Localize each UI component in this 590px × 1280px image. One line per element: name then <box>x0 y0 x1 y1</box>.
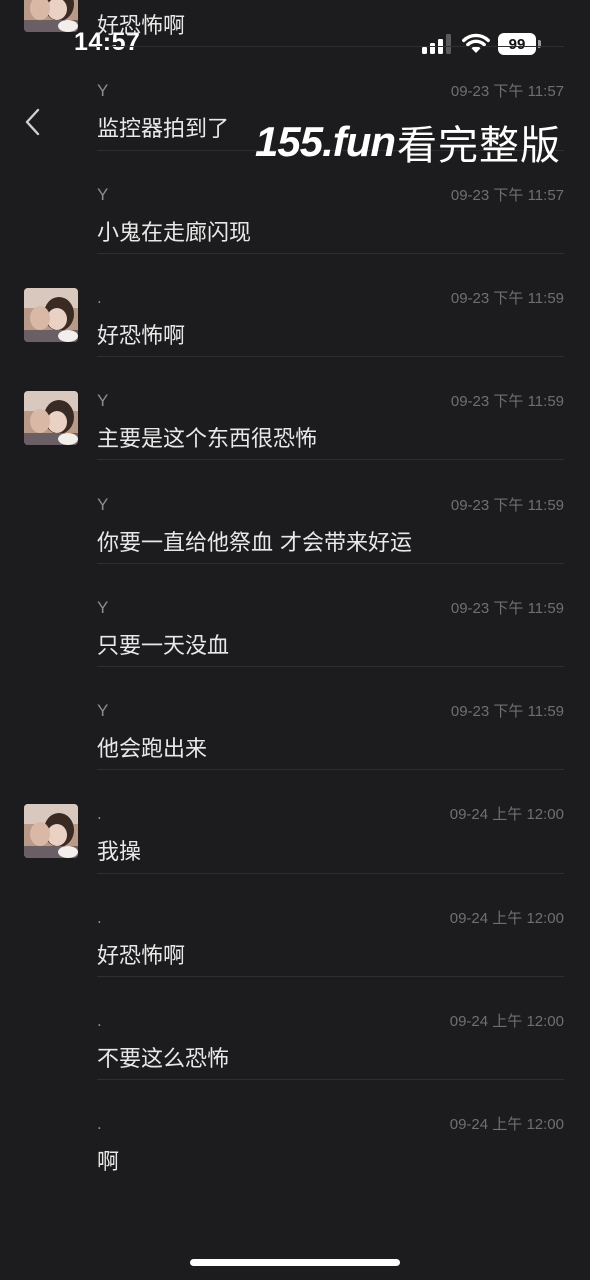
message-sender: . <box>97 804 102 824</box>
message-text: 小鬼在走廊闪现 <box>97 220 252 246</box>
watermark-site: 155.fun <box>255 118 396 165</box>
message-timestamp: 09-23 下午 11:59 <box>450 703 564 721</box>
message-timestamp: 09-24 上午 12:00 <box>449 1013 564 1030</box>
message-timestamp: 09-23 下午 11:59 <box>450 496 564 514</box>
message-timestamp: 09-23 下午 11:59 <box>450 393 564 411</box>
message-sender: Y <box>97 494 109 514</box>
avatar[interactable] <box>24 0 78 32</box>
message-timestamp: 09-24 上午 12:00 <box>449 806 564 824</box>
message-text: 你要一直给他祭血 才会带来好运 <box>97 530 412 556</box>
message-item[interactable]: . 09-24 上午 12:00 好恐怖啊 <box>0 874 590 977</box>
message-list[interactable]: 好恐怖啊 Y 09-23 下午 11:57 监控器拍到了 Y 09-23 下午 11:57… <box>0 0 590 1280</box>
message-text: 监控器拍到了 <box>97 117 230 143</box>
message-sender: Y <box>97 701 109 721</box>
message-sender: Y <box>97 391 109 411</box>
watermark: 155.fun 看完整版 <box>255 112 561 172</box>
message-sender: Y <box>97 597 109 617</box>
avatar-image <box>24 287 78 342</box>
avatar-image <box>24 391 78 446</box>
message-timestamp: 09-23 下午 11:59 <box>450 599 564 617</box>
message-text: 好恐怖啊 <box>97 323 186 349</box>
message-text: 主要是这个东西很恐怖 <box>97 427 318 453</box>
message-sender: . <box>97 907 102 927</box>
message-text: 啊 <box>97 1150 120 1176</box>
message-text: 好恐怖啊 <box>97 943 186 969</box>
message-timestamp: 09-24 上午 12:00 <box>449 909 564 927</box>
message-item[interactable]: . 09-24 上午 12:00 啊 <box>0 1080 590 1183</box>
home-indicator[interactable] <box>190 1259 400 1266</box>
message-sender: . <box>97 1011 102 1030</box>
message-timestamp: 09-23 下午 11:57 <box>450 186 564 204</box>
chevron-left-icon[interactable] <box>20 104 46 140</box>
message-text: 我操 <box>97 840 142 866</box>
avatar[interactable] <box>24 804 78 859</box>
message-timestamp: 09-23 下午 11:57 <box>450 83 564 101</box>
message-item[interactable]: . 09-24 上午 12:00 不要这么恐怖 <box>0 977 590 1081</box>
watermark-text: 看完整版 <box>397 123 562 169</box>
avatar[interactable] <box>24 287 78 342</box>
avatar-image <box>24 0 78 32</box>
avatar[interactable] <box>24 391 78 446</box>
message-item[interactable]: Y 09-23 下午 11:59 只要一天没血 <box>0 564 590 668</box>
avatar-image <box>24 804 78 859</box>
message-text: 好恐怖啊 <box>97 14 186 39</box>
message-item[interactable]: Y 09-23 下午 11:59 他会跑出来 <box>0 667 590 771</box>
message-timestamp: 09-23 下午 11:59 <box>450 289 564 307</box>
message-text: 只要一天没血 <box>97 633 230 659</box>
message-timestamp: 09-24 上午 12:00 <box>449 1116 564 1134</box>
message-text: 他会跑出来 <box>97 737 208 763</box>
message-item[interactable]: Y 09-23 下午 11:59 你要一直给他祭血 才会带来好运 <box>0 461 590 564</box>
message-sender: . <box>97 1114 102 1134</box>
message-sender: Y <box>97 81 109 101</box>
message-item[interactable]: . 09-24 上午 12:00 我操 <box>0 770 590 874</box>
message-text: 不要这么恐怖 <box>97 1047 230 1072</box>
message-item[interactable]: . 09-23 下午 11:59 好恐怖啊 <box>0 254 590 358</box>
message-sender: Y <box>97 184 109 204</box>
message-item[interactable]: Y 09-23 下午 11:59 主要是这个东西很恐怖 <box>0 357 590 461</box>
message-sender: . <box>97 287 102 307</box>
message-item[interactable]: 好恐怖啊 <box>0 0 590 48</box>
